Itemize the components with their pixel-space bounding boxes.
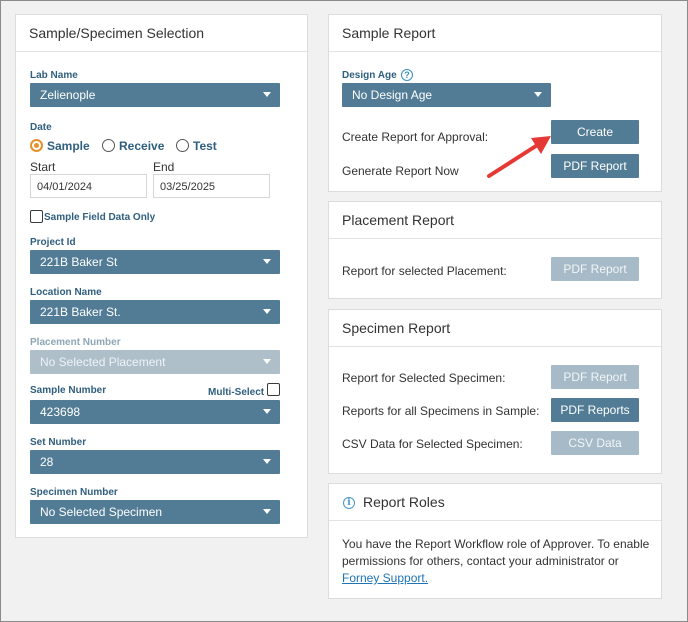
create-button[interactable]: Create <box>551 120 639 144</box>
csv-data-button[interactable]: CSV Data <box>551 431 639 455</box>
date-radio-test[interactable] <box>176 139 189 152</box>
design-age-value: No Design Age <box>352 88 433 102</box>
caret-down-icon <box>263 309 271 314</box>
caret-down-icon <box>263 409 271 414</box>
date-radio-receive[interactable] <box>102 139 115 152</box>
placement-pdf-report-button[interactable]: PDF Report <box>551 257 639 281</box>
lab-name-value: Zelienople <box>40 88 96 102</box>
report-roles-line-2: permissions for others, contact your adm… <box>342 554 619 568</box>
caret-down-icon <box>263 92 271 97</box>
panel-title: Sample/Specimen Selection <box>16 15 307 52</box>
end-date-input[interactable]: 03/25/2025 <box>153 174 270 198</box>
set-number-value: 28 <box>40 455 54 469</box>
panel-title: Specimen Report <box>329 310 661 347</box>
caret-down-icon <box>263 359 271 364</box>
generate-report-label: Generate Report Now <box>342 164 459 178</box>
sample-pdf-report-button[interactable]: PDF Report <box>551 154 639 178</box>
location-name-label: Location Name <box>30 287 102 298</box>
multi-select-checkbox[interactable] <box>267 383 280 396</box>
create-report-label: Create Report for Approval: <box>342 130 489 144</box>
caret-down-icon <box>263 509 271 514</box>
report-roles-title: Report Roles <box>363 494 445 510</box>
all-specimens-pdf-reports-button[interactable]: PDF Reports <box>551 398 639 422</box>
report-roles-text: You have the Report Workflow role of App… <box>342 536 657 587</box>
panel-title: Report Roles <box>329 484 661 521</box>
specimen-number-label: Specimen Number <box>30 487 118 498</box>
specimen-number-select[interactable]: No Selected Specimen <box>30 500 280 524</box>
placement-report-panel: Placement Report Report for selected Pla… <box>328 201 662 299</box>
design-age-select[interactable]: No Design Age <box>342 83 551 107</box>
app-frame: Sample/Specimen Selection Lab Name Zelie… <box>0 0 688 622</box>
date-radio-sample-label[interactable]: Sample <box>47 139 90 153</box>
sample-number-value: 423698 <box>40 405 81 419</box>
specimen-report-panel: Specimen Report Report for Selected Spec… <box>328 309 662 474</box>
sample-specimen-selection-panel: Sample/Specimen Selection Lab Name Zelie… <box>15 14 308 538</box>
date-radio-test-label[interactable]: Test <box>193 139 217 153</box>
help-icon[interactable]: ? <box>401 69 413 81</box>
caret-down-icon <box>534 92 542 97</box>
placement-number-label: Placement Number <box>30 337 121 348</box>
caret-down-icon <box>263 459 271 464</box>
caret-down-icon <box>263 259 271 264</box>
red-arrow-annotation <box>487 136 551 178</box>
lab-name-select[interactable]: Zelienople <box>30 83 280 107</box>
all-specimens-label: Reports for all Specimens in Sample: <box>342 404 540 418</box>
location-name-select[interactable]: 221B Baker St. <box>30 300 280 324</box>
set-number-label: Set Number <box>30 437 87 448</box>
end-label: End <box>153 160 175 174</box>
set-number-select[interactable]: 28 <box>30 450 280 474</box>
forney-support-link[interactable]: Forney Support. <box>342 571 428 585</box>
info-icon: i <box>343 497 355 509</box>
report-roles-panel: Report Roles i You have the Report Workf… <box>328 483 662 599</box>
start-date-input[interactable]: 04/01/2024 <box>30 174 147 198</box>
panel-title: Placement Report <box>329 202 661 239</box>
placement-report-label: Report for selected Placement: <box>342 264 507 278</box>
lab-name-label: Lab Name <box>30 70 78 81</box>
date-label: Date <box>30 122 52 133</box>
report-roles-line-1: You have the Report Workflow role of App… <box>342 537 650 551</box>
sample-number-select[interactable]: 423698 <box>30 400 280 424</box>
project-id-value: 221B Baker St <box>40 255 118 269</box>
multi-select-label[interactable]: Multi-Select <box>208 387 264 398</box>
date-radio-sample[interactable] <box>30 139 43 152</box>
date-radio-receive-label[interactable]: Receive <box>119 139 164 153</box>
placement-number-value: No Selected Placement <box>40 355 166 369</box>
location-name-value: 221B Baker St. <box>40 305 121 319</box>
design-age-label: Design Age <box>342 70 397 81</box>
placement-number-select: No Selected Placement <box>30 350 280 374</box>
start-label: Start <box>30 160 56 174</box>
sample-number-label: Sample Number <box>30 385 107 396</box>
selected-specimen-label: Report for Selected Specimen: <box>342 371 506 385</box>
field-data-only-checkbox[interactable] <box>30 210 43 223</box>
project-id-select[interactable]: 221B Baker St <box>30 250 280 274</box>
specimen-pdf-report-button[interactable]: PDF Report <box>551 365 639 389</box>
panel-title: Sample Report <box>329 15 661 52</box>
project-id-label: Project Id <box>30 237 76 248</box>
csv-data-label: CSV Data for Selected Specimen: <box>342 437 523 451</box>
specimen-number-value: No Selected Specimen <box>40 505 163 519</box>
field-data-only-label[interactable]: Sample Field Data Only <box>44 212 155 223</box>
